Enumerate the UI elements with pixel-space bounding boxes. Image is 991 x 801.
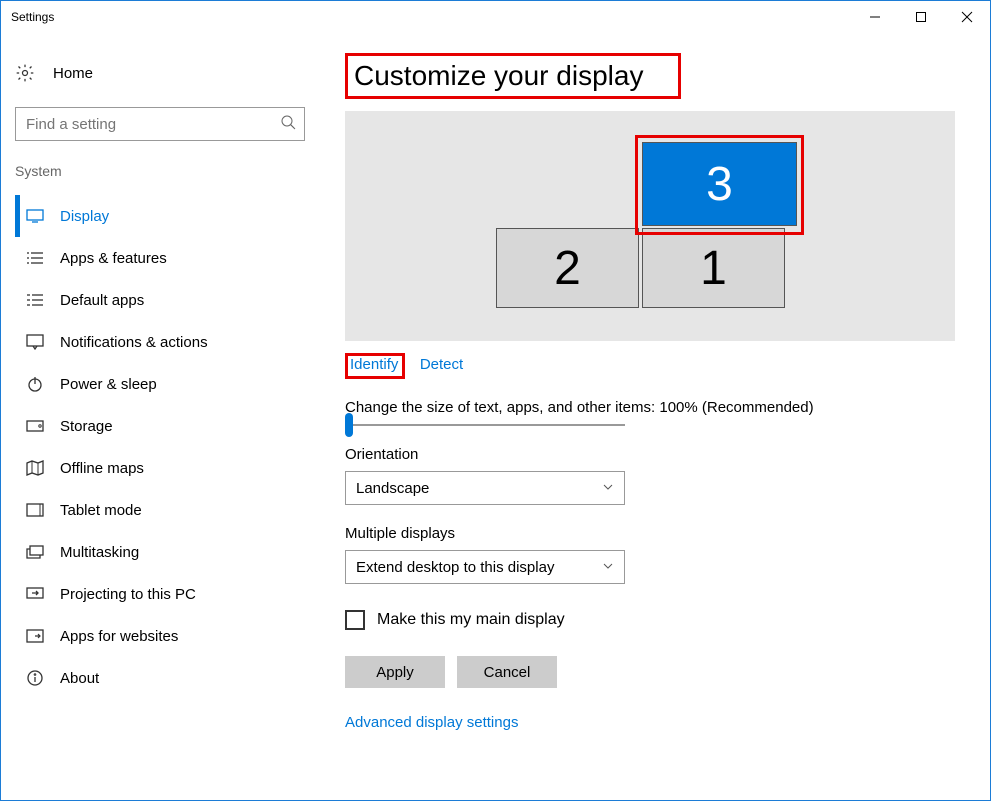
identify-link[interactable]: Identify <box>350 356 398 373</box>
display-links: Identify Detect <box>345 353 960 379</box>
category-label: System <box>15 163 321 179</box>
multi-displays-label: Multiple displays <box>345 525 960 542</box>
projecting-icon <box>24 587 46 601</box>
apply-button[interactable]: Apply <box>345 656 445 688</box>
multi-displays-value: Extend desktop to this display <box>356 559 554 576</box>
close-button[interactable] <box>944 1 990 33</box>
search-icon <box>280 114 296 135</box>
notifications-icon <box>24 334 46 350</box>
sidebar-item-label: About <box>60 670 99 687</box>
sidebar-item-storage[interactable]: Storage <box>15 405 321 447</box>
info-icon <box>24 670 46 686</box>
sidebar-item-multitasking[interactable]: Multitasking <box>15 531 321 573</box>
sidebar-item-about[interactable]: About <box>15 657 321 699</box>
maximize-button[interactable] <box>898 1 944 33</box>
chevron-down-icon <box>602 559 614 576</box>
monitor-3-highlight <box>635 135 804 235</box>
sidebar-item-label: Tablet mode <box>60 502 142 519</box>
sidebar-item-label: Multitasking <box>60 544 139 561</box>
gear-icon <box>15 63 35 83</box>
multitasking-icon <box>24 545 46 559</box>
sidebar-item-power-sleep[interactable]: Power & sleep <box>15 363 321 405</box>
cancel-button[interactable]: Cancel <box>457 656 557 688</box>
window-title: Settings <box>1 10 54 24</box>
monitor-1[interactable]: 1 <box>642 228 785 308</box>
monitor-2[interactable]: 2 <box>496 228 639 308</box>
default-apps-icon <box>24 293 46 307</box>
apps-websites-icon <box>24 629 46 643</box>
multi-displays-select[interactable]: Extend desktop to this display <box>345 550 625 584</box>
slider-thumb[interactable] <box>345 413 353 437</box>
sidebar-item-projecting[interactable]: Projecting to this PC <box>15 573 321 615</box>
minimize-button[interactable] <box>852 1 898 33</box>
checkbox[interactable] <box>345 610 365 630</box>
page-title: Customize your display <box>354 60 643 91</box>
chevron-down-icon <box>602 480 614 497</box>
tablet-icon <box>24 503 46 517</box>
sidebar-item-display[interactable]: Display <box>15 195 321 237</box>
sidebar-item-label: Default apps <box>60 292 144 309</box>
orientation-label: Orientation <box>345 446 960 463</box>
sidebar-item-label: Apps for websites <box>60 628 178 645</box>
sidebar-item-label: Offline maps <box>60 460 144 477</box>
sidebar: Home System Display Apps & features Defa… <box>1 33 321 800</box>
sidebar-item-label: Projecting to this PC <box>60 586 196 603</box>
window-buttons <box>852 1 990 33</box>
map-icon <box>24 460 46 476</box>
orientation-value: Landscape <box>356 480 429 497</box>
scale-slider[interactable] <box>345 424 625 426</box>
detect-link[interactable]: Detect <box>420 356 463 373</box>
sidebar-item-apps-features[interactable]: Apps & features <box>15 237 321 279</box>
sidebar-item-label: Notifications & actions <box>60 334 208 351</box>
sidebar-item-offline-maps[interactable]: Offline maps <box>15 447 321 489</box>
advanced-display-settings-link[interactable]: Advanced display settings <box>345 714 960 731</box>
orientation-select[interactable]: Landscape <box>345 471 625 505</box>
search-input[interactable] <box>24 115 280 134</box>
main-display-checkbox-row[interactable]: Make this my main display <box>345 610 960 630</box>
home-button[interactable]: Home <box>15 53 321 93</box>
identify-highlight: Identify <box>345 353 405 379</box>
sidebar-item-tablet-mode[interactable]: Tablet mode <box>15 489 321 531</box>
sidebar-item-notifications[interactable]: Notifications & actions <box>15 321 321 363</box>
list-icon <box>24 251 46 265</box>
sidebar-item-label: Storage <box>60 418 113 435</box>
home-label: Home <box>53 65 93 82</box>
power-icon <box>24 376 46 392</box>
display-icon <box>24 209 46 223</box>
sidebar-item-default-apps[interactable]: Default apps <box>15 279 321 321</box>
storage-icon <box>24 420 46 432</box>
search-box[interactable] <box>15 107 305 141</box>
sidebar-item-label: Apps & features <box>60 250 167 267</box>
main-display-checkbox-label: Make this my main display <box>377 611 565 629</box>
sidebar-item-label: Display <box>60 208 109 225</box>
sidebar-item-apps-websites[interactable]: Apps for websites <box>15 615 321 657</box>
sidebar-item-label: Power & sleep <box>60 376 157 393</box>
main-panel: Customize your display 2 1 3 Identify De… <box>321 33 990 800</box>
scale-label: Change the size of text, apps, and other… <box>345 399 960 416</box>
display-arrangement-area[interactable]: 2 1 3 <box>345 111 955 341</box>
button-row: Apply Cancel <box>345 656 960 688</box>
page-title-highlight: Customize your display <box>345 53 681 99</box>
titlebar: Settings <box>1 1 990 33</box>
